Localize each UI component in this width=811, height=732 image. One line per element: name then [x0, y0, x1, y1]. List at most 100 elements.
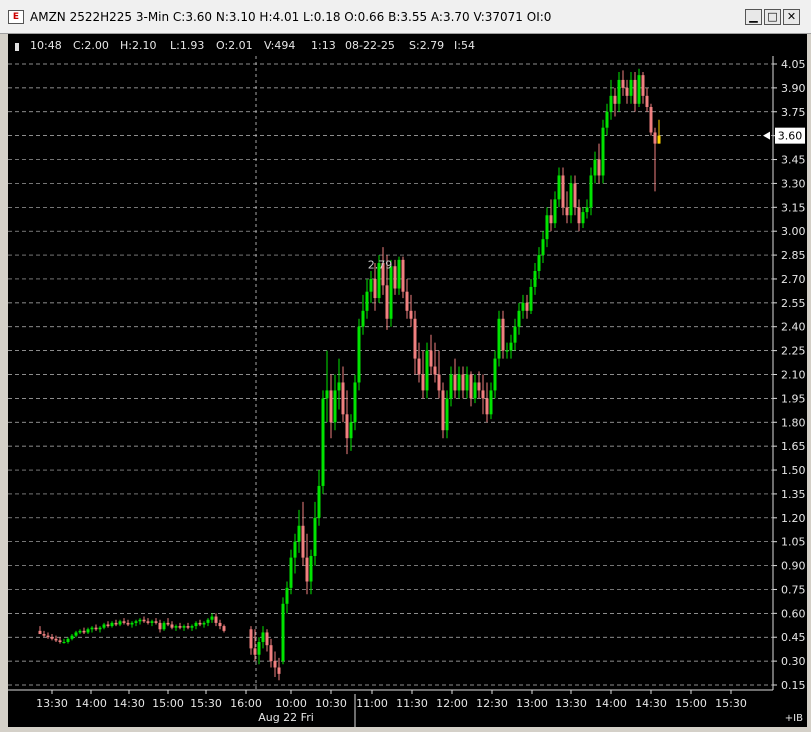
candle-body	[82, 630, 86, 633]
candle-body	[321, 398, 325, 486]
candle-body	[389, 266, 393, 319]
price-tick-label: 3.00	[781, 225, 806, 238]
candle-body	[329, 390, 333, 423]
price-tick-label: 0.30	[781, 655, 806, 668]
candle-body	[493, 358, 497, 391]
candle-body	[265, 632, 269, 646]
candle-body	[633, 79, 637, 104]
candle-body	[457, 374, 461, 391]
candle-body	[210, 616, 214, 620]
candle-body	[613, 95, 617, 104]
candle-body	[158, 622, 162, 630]
candle-body	[269, 645, 273, 662]
candle-body	[421, 374, 425, 391]
candle-body	[285, 587, 289, 604]
candle-body	[38, 630, 42, 635]
candle-body	[138, 619, 142, 622]
candle-body	[365, 291, 369, 311]
maximize-button[interactable]: □	[764, 9, 781, 25]
candlestick-chart[interactable]: 4.05 3.90 3.75 3.60 3.45 3.30 3.15 3.00 2.85 2.70…	[8, 34, 807, 727]
candle-body	[461, 374, 465, 391]
time-tick-label: 16:00	[230, 697, 262, 710]
price-tick-label: 3.45	[781, 154, 806, 167]
price-tick-label: 3.75	[781, 106, 806, 119]
candle-body	[385, 285, 389, 319]
candle-body	[617, 79, 621, 104]
time-tick-label: 15:30	[190, 697, 222, 710]
candle-body	[345, 414, 349, 439]
minimize-button[interactable]: ▁	[745, 9, 762, 25]
time-tick-label: 15:00	[675, 697, 707, 710]
chart-panel[interactable]: 10:48 C:2.00 H:2.10 L:1.93 O:2.01 V:494 …	[8, 34, 807, 727]
candle-body	[481, 390, 485, 399]
candle-body	[194, 622, 198, 627]
candle-body	[569, 183, 573, 216]
candle-body	[397, 259, 401, 289]
candle-body	[62, 642, 66, 644]
candle-body	[94, 627, 98, 630]
candle-body	[621, 79, 625, 88]
price-tick-label: 3.30	[781, 177, 806, 190]
candle-body	[182, 626, 186, 628]
candle-body	[445, 398, 449, 431]
candle-body	[541, 239, 545, 256]
candle-body	[289, 557, 293, 588]
candle-body	[525, 302, 529, 311]
candle-body	[301, 525, 305, 558]
candle-body	[313, 517, 317, 557]
candle-body	[277, 667, 281, 674]
candle-body	[257, 642, 261, 655]
candle-body	[297, 525, 301, 542]
candle-body	[653, 132, 657, 144]
close-button[interactable]: ✕	[783, 9, 800, 25]
price-tick-label: 1.05	[781, 536, 806, 549]
candle-body	[625, 87, 629, 96]
app-icon: E	[8, 10, 24, 24]
candle-body	[74, 632, 78, 636]
price-tick-label: 3.90	[781, 82, 806, 95]
candle-body	[469, 374, 473, 399]
candle-body	[409, 310, 413, 319]
candle-body	[437, 374, 441, 391]
price-tick-label: 2.55	[781, 297, 806, 310]
time-tick-label: 13:30	[36, 697, 68, 710]
candle-body	[118, 621, 122, 625]
candle-body	[413, 318, 417, 359]
candle-body	[309, 556, 313, 582]
candle-body	[429, 350, 433, 367]
candle-body	[529, 286, 533, 311]
candle-body	[585, 207, 589, 213]
candle-body	[122, 621, 126, 623]
last-price-arrow-icon	[763, 131, 770, 140]
candle-body	[154, 621, 158, 623]
candle-body	[521, 302, 525, 311]
candle-body	[58, 640, 62, 643]
price-tick-label: 1.35	[781, 488, 806, 501]
candle-body	[333, 390, 337, 423]
price-tick-label: 2.10	[781, 369, 806, 382]
candle-body	[102, 624, 106, 628]
candle-body	[273, 661, 277, 668]
price-tick-label: 2.70	[781, 273, 806, 286]
time-tick-label: 13:30	[555, 697, 587, 710]
candle-body	[589, 175, 593, 208]
title-bar[interactable]: E AMZN 2522H225 3-Min C:3.60 N:3.10 H:4.…	[0, 0, 811, 34]
price-tick-label: 2.25	[781, 345, 806, 358]
time-tick-label: 11:30	[396, 697, 428, 710]
candle-body	[553, 199, 557, 224]
candle-body	[42, 634, 46, 636]
candle-body	[537, 255, 541, 271]
candle-body	[649, 106, 653, 133]
price-tick-label: 4.05	[781, 58, 806, 71]
price-tick-label: 0.15	[781, 679, 806, 692]
candle-body	[577, 207, 581, 224]
time-tick-label: 12:30	[476, 697, 508, 710]
candle-body	[405, 291, 409, 311]
candle-body	[126, 622, 130, 625]
candle-body	[78, 630, 82, 633]
price-tick-label: 1.80	[781, 416, 806, 429]
time-tick-label: 13:00	[516, 697, 548, 710]
candle-body	[637, 75, 641, 104]
price-tick-label: 2.85	[781, 249, 806, 262]
price-tick-label: 3.15	[781, 201, 806, 214]
